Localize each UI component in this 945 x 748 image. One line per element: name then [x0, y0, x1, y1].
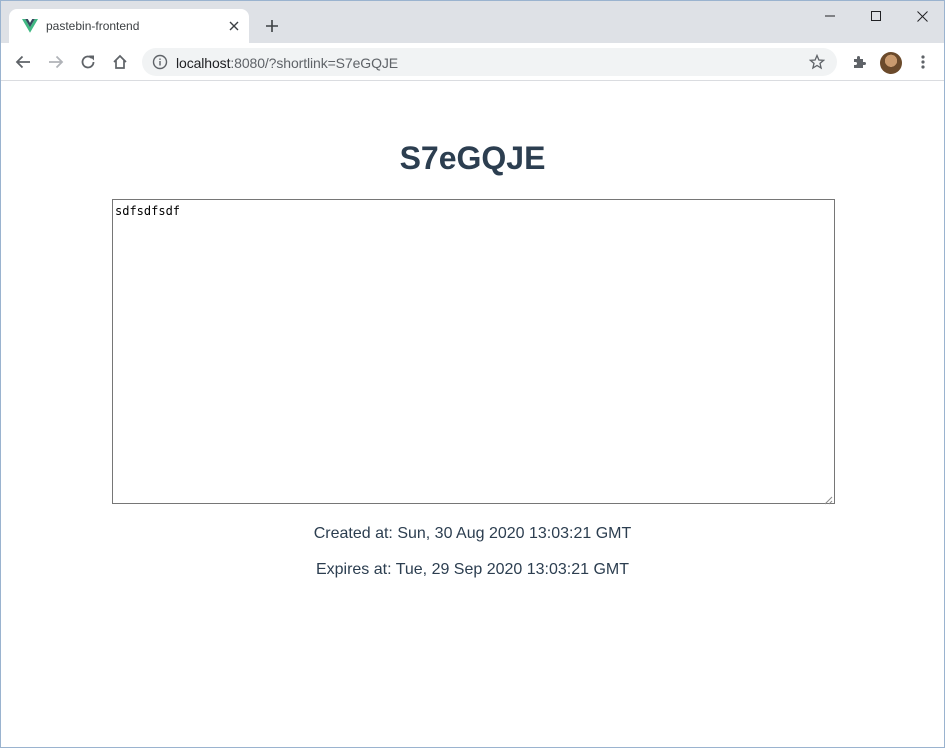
- extensions-icon[interactable]: [847, 50, 871, 74]
- home-icon[interactable]: [108, 50, 132, 74]
- maximize-icon[interactable]: [853, 1, 899, 31]
- avatar[interactable]: [880, 52, 902, 74]
- created-at-text: Created at: Sun, 30 Aug 2020 13:03:21 GM…: [313, 525, 632, 542]
- back-icon[interactable]: [11, 50, 35, 74]
- expires-at-text: Expires at: Tue, 29 Sep 2020 13:03:21 GM…: [315, 561, 630, 578]
- browser-toolbar: localhost:8080/?shortlink=S7eGQJE: [1, 43, 944, 81]
- tab-title: pastebin-frontend: [46, 19, 140, 33]
- menu-icon[interactable]: [911, 50, 935, 74]
- forward-icon[interactable]: [44, 50, 68, 74]
- star-icon[interactable]: [808, 53, 826, 70]
- tab-strip: pastebin-frontend: [1, 1, 944, 43]
- window-close-icon[interactable]: [899, 1, 944, 31]
- address-bar[interactable]: localhost:8080/?shortlink=S7eGQJE: [142, 48, 837, 76]
- page-title: S7eGQJE: [399, 140, 546, 176]
- tab-close-icon[interactable]: [226, 18, 242, 34]
- info-icon[interactable]: [152, 54, 168, 70]
- resize-grip-icon[interactable]: [823, 492, 833, 505]
- url-host: localhost: [176, 55, 231, 71]
- reload-icon[interactable]: [76, 50, 100, 74]
- paste-content-textarea[interactable]: sdfsdfsdf: [112, 199, 835, 504]
- vue-logo-icon: [22, 19, 38, 33]
- browser-window: pastebin-frontend localhost:8080/?shortl…: [0, 0, 945, 748]
- tab-pastebin-frontend[interactable]: pastebin-frontend: [9, 9, 249, 43]
- minimize-icon[interactable]: [807, 1, 853, 31]
- url-text[interactable]: localhost:8080/?shortlink=S7eGQJE: [176, 55, 398, 71]
- url-path: :8080/?shortlink=S7eGQJE: [230, 55, 399, 71]
- page-content: S7eGQJE sdfsdfsdf Created at: Sun, 30 Au…: [1, 82, 944, 747]
- new-tab-plus-icon[interactable]: [261, 15, 283, 37]
